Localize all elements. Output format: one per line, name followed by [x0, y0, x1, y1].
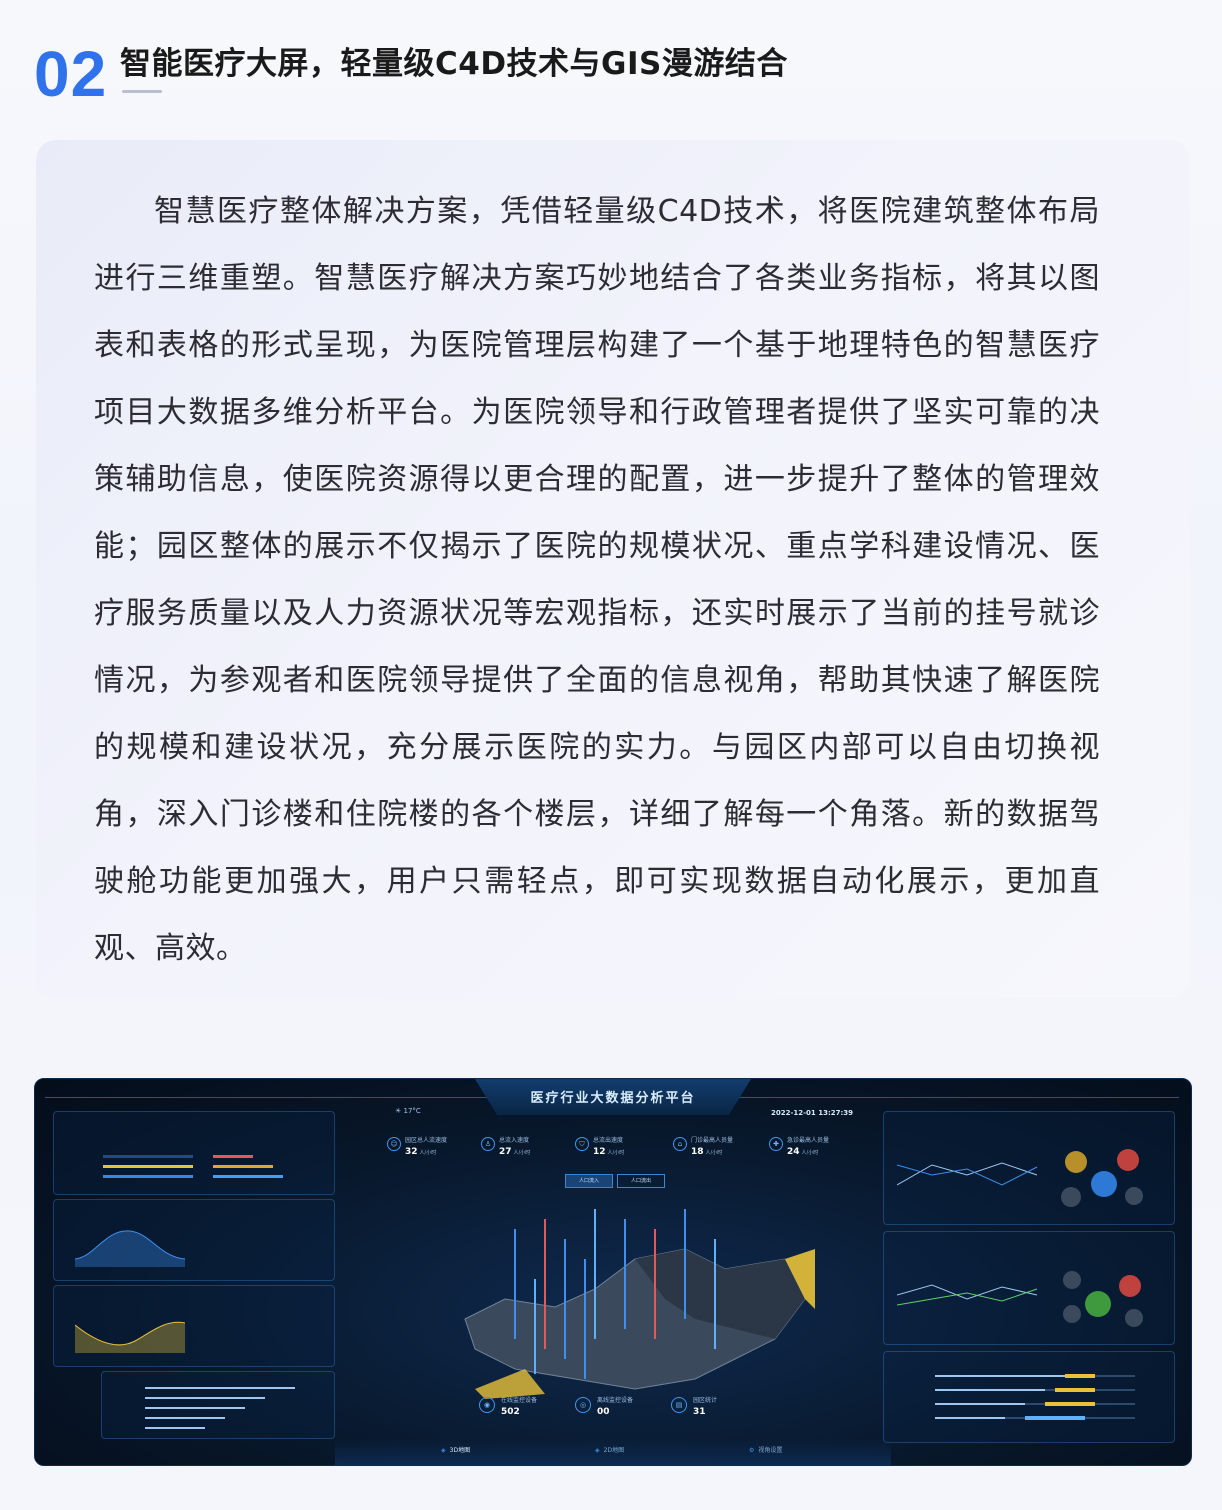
intro-paragraph: 智慧医疗整体解决方案，凭借轻量级C4D技术，将医院建筑整体布局进行三维重塑。智慧…	[94, 194, 1100, 966]
person-icon: ♙	[481, 1137, 495, 1151]
ambulance-icon: ✚	[769, 1137, 783, 1151]
stat-number: 32	[405, 1147, 418, 1157]
shield-icon: ⛉	[575, 1137, 589, 1151]
datetime-readout: 2022-12-01 13:27:39	[771, 1109, 854, 1117]
tab-label: 3D地图	[449, 1447, 471, 1454]
bottom-stat-2: ◎ 离线监控设备 00	[575, 1391, 685, 1425]
top-stat-3: ⛉ 总流出速度 12 人/小时	[575, 1131, 675, 1167]
left-hbar-chart	[145, 1387, 295, 1429]
stat-label: 总流出速度	[593, 1137, 624, 1144]
bubble-red-1	[1065, 1151, 1087, 1173]
stat-unit: 人/小时	[513, 1150, 531, 1156]
stat-label: 园区总人流速度	[405, 1137, 448, 1144]
left-bars-chart	[103, 1155, 283, 1178]
stat-value: 18 人/小时	[691, 1147, 722, 1157]
left-area-chart-2	[75, 1321, 185, 1353]
stat-value: 00	[597, 1407, 610, 1417]
section-header: 02 智能医疗大屏，轻量级C4D技术与GIS漫游结合	[34, 36, 1184, 116]
top-stat-1: ☺ 园区总人流速度 32 人/小时	[387, 1131, 487, 1167]
tab-label: 视角设置	[758, 1447, 783, 1454]
bottom-stat-3: ▤ 园区统计 31	[671, 1391, 781, 1425]
top-stat-4: ⌂ 门诊最高人员量 18 人/小时	[673, 1131, 773, 1167]
city-3d-map	[464, 1209, 815, 1399]
map-icon: ◈	[595, 1447, 600, 1454]
section-number: 02	[34, 38, 108, 110]
bubble-gray-4	[1063, 1305, 1081, 1323]
section-title: 智能医疗大屏，轻量级C4D技术与GIS漫游结合	[120, 46, 788, 82]
bar-rows	[103, 1155, 283, 1178]
chart-icon: ▤	[671, 1397, 687, 1413]
stat-unit: 人/小时	[419, 1150, 437, 1156]
bubble-green	[1085, 1291, 1111, 1317]
bubble-red-3	[1119, 1275, 1141, 1297]
tab-inflow[interactable]: 人口流入	[565, 1174, 613, 1188]
stat-unit: 人/小时	[607, 1150, 625, 1156]
stat-value: 12 人/小时	[593, 1147, 624, 1157]
right-line-chart-1	[897, 1162, 1038, 1186]
weather-temp: 17°C	[403, 1107, 421, 1115]
tab-2d-map[interactable]: ◈ 2D地图	[595, 1445, 624, 1454]
bubble-gray-5	[1125, 1309, 1143, 1327]
stat-number: 27	[499, 1147, 512, 1157]
building-icon: ⌂	[673, 1137, 687, 1151]
top-stat-2: ♙ 总流入速度 27 人/小时	[481, 1131, 581, 1167]
camera-icon: ◉	[479, 1397, 495, 1413]
tab-view-settings[interactable]: ⚙ 视角设置	[749, 1445, 782, 1454]
tab-label: 2D地图	[603, 1447, 625, 1454]
right-line-chart-2	[897, 1284, 1038, 1306]
tab-outflow[interactable]: 人口流出	[617, 1174, 665, 1188]
bubble-blue	[1091, 1171, 1117, 1197]
stat-value: 24 人/小时	[787, 1147, 818, 1157]
gear-icon: ⚙	[749, 1447, 755, 1454]
bubble-red-2	[1117, 1149, 1139, 1171]
stat-unit: 人/小时	[801, 1150, 819, 1156]
dashboard-screenshot: 医疗行业大数据分析平台 ☀ 17°C 2022-12-01 13:27:39 ☺…	[34, 1078, 1192, 1466]
map-icon: ◈	[441, 1447, 446, 1454]
stat-number: 12	[593, 1147, 606, 1157]
stat-number: 18	[691, 1147, 704, 1157]
stat-value: 31	[693, 1407, 706, 1417]
weather-readout: ☀ 17°C	[395, 1107, 421, 1115]
stat-label: 离线监控设备	[597, 1397, 634, 1404]
stat-label: 在线监控设备	[501, 1397, 538, 1404]
left-area-chart-1	[75, 1230, 185, 1267]
bubble-gray-1	[1061, 1187, 1081, 1207]
stat-value: 27 人/小时	[499, 1147, 530, 1157]
stat-label: 园区统计	[693, 1397, 718, 1404]
title-underline	[122, 90, 162, 93]
map-tabs: 人口流入 人口流出	[565, 1174, 665, 1188]
stat-label: 门诊最高人员量	[691, 1137, 734, 1144]
bottom-stat-1: ◉ 在线监控设备 502	[479, 1391, 589, 1425]
tab-3d-map[interactable]: ◈ 3D地图	[441, 1445, 470, 1454]
top-stat-5: ✚ 急诊最高人员量 24 人/小时	[769, 1131, 869, 1167]
camera-off-icon: ◎	[575, 1397, 591, 1413]
stat-value: 32 人/小时	[405, 1147, 436, 1157]
stat-label: 急诊最高人员量	[787, 1137, 830, 1144]
bubble-gray-2	[1125, 1187, 1143, 1205]
dashboard-title: 医疗行业大数据分析平台	[530, 1091, 696, 1106]
bubble-gray-3	[1063, 1271, 1081, 1289]
stat-value: 502	[501, 1407, 520, 1417]
stat-label: 总流入速度	[499, 1137, 530, 1144]
stat-unit: 人/小时	[705, 1150, 723, 1156]
right-hbar-chart	[935, 1374, 1135, 1420]
stat-number: 24	[787, 1147, 800, 1157]
people-icon: ☺	[387, 1137, 401, 1151]
